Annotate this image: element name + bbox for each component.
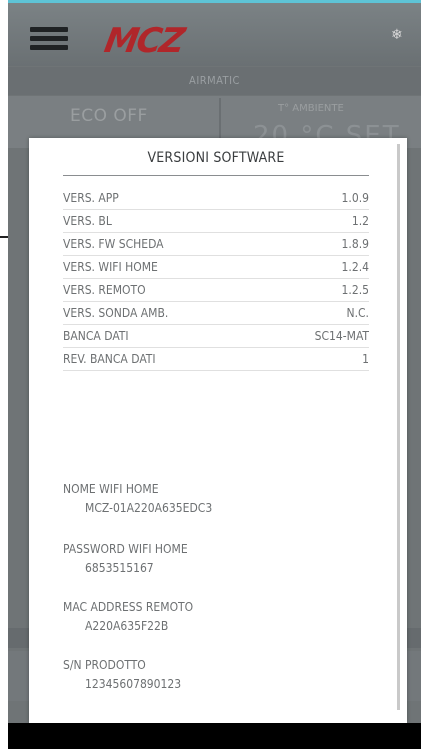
menu-icon[interactable]	[30, 27, 68, 50]
version-row: VERS. BL 1.2	[63, 211, 369, 233]
row-label: BANCA DATI	[63, 329, 129, 343]
bottom-bar	[8, 723, 421, 749]
info-label: NOME WIFI HOME	[63, 482, 159, 496]
row-value: 1.2.4	[341, 260, 369, 274]
row-label: VERS. BL	[63, 214, 112, 228]
row-value: 1.2	[351, 214, 369, 228]
row-label: VERS. FW SCHEDA	[63, 237, 164, 251]
top-bar: MCZ ❄	[8, 0, 421, 66]
row-value: 1.0.9	[341, 191, 369, 205]
row-label: VERS. APP	[63, 191, 119, 205]
row-value: SC14-MAT	[314, 329, 369, 343]
info-label: PASSWORD WIFI HOME	[63, 542, 188, 556]
row-label: VERS. REMOTO	[63, 283, 146, 297]
wifi-password-block: PASSWORD WIFI HOME 6853515167	[63, 542, 383, 575]
dialog-title: VERSIONI SOFTWARE	[147, 150, 285, 166]
row-label: REV. BANCA DATI	[63, 352, 156, 366]
version-row: BANCA DATI SC14-MAT	[63, 326, 369, 348]
snowflake-icon[interactable]: ❄	[391, 27, 403, 43]
dialog-scrollbar[interactable]	[397, 144, 400, 710]
info-label: S/N PRODOTTO	[63, 658, 146, 672]
version-row: VERS. APP 1.0.9	[63, 188, 369, 210]
ambient-temp-label: T° AMBIENTE	[278, 103, 344, 114]
row-value: 1	[362, 352, 369, 366]
title-divider	[63, 175, 369, 176]
app-screen: MCZ ❄ AIRMATIC ECO OFF T° AMBIENTE 20 °C…	[8, 0, 421, 749]
info-label: MAC ADDRESS REMOTO	[63, 600, 194, 614]
row-value: 1.2.5	[341, 283, 369, 297]
info-value: 6853515167	[85, 561, 154, 575]
row-label: VERS. WIFI HOME	[63, 260, 158, 274]
version-row: REV. BANCA DATI 1	[63, 349, 369, 371]
row-value: 1.8.9	[341, 237, 369, 251]
serial-number-block: S/N PRODOTTO 12345607890123	[63, 658, 383, 691]
version-row: VERS. WIFI HOME 1.2.4	[63, 257, 369, 279]
row-value: N.C.	[346, 306, 369, 320]
software-versions-dialog: VERSIONI SOFTWARE VERS. APP 1.0.9 VERS. B…	[29, 138, 407, 723]
brand-logo: MCZ	[101, 21, 186, 61]
mac-address-block: MAC ADDRESS REMOTO A220A635F22B	[63, 600, 383, 633]
version-row: VERS. SONDA AMB. N.C.	[63, 303, 369, 325]
version-row: VERS. FW SCHEDA 1.8.9	[63, 234, 369, 256]
info-value: A220A635F22B	[85, 619, 169, 633]
info-value: 12345607890123	[85, 677, 182, 691]
info-value: MCZ-01A220A635EDC3	[85, 501, 213, 515]
wifi-name-block: NOME WIFI HOME MCZ-01A220A635EDC3	[63, 482, 383, 515]
row-label: VERS. SONDA AMB.	[63, 306, 169, 320]
version-row: VERS. REMOTO 1.2.5	[63, 280, 369, 302]
mode-bar: AIRMATIC	[8, 67, 421, 95]
version-list: VERS. APP 1.0.9 VERS. BL 1.2 VERS. FW SCHE…	[63, 188, 369, 372]
eco-status[interactable]: ECO OFF	[70, 106, 148, 126]
